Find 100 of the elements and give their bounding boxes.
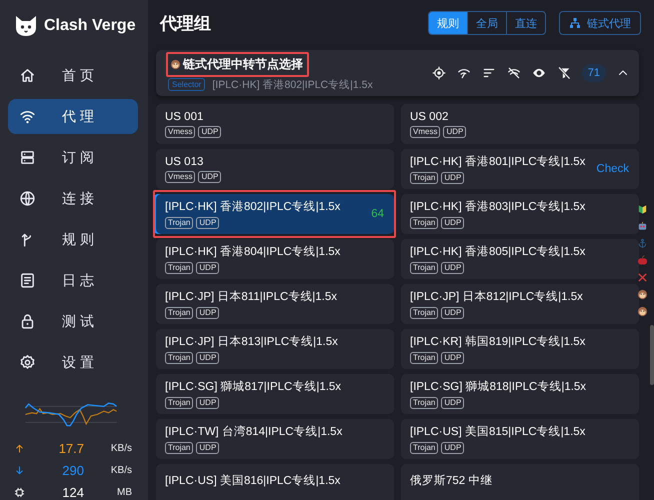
- unit-label: MB: [116, 486, 132, 498]
- delay-value: 64: [371, 208, 384, 220]
- protocol-tag: Trojan: [165, 442, 194, 454]
- proxy-name: [IPLC·JP] 日本813|IPLC专线|1.5x: [165, 334, 339, 349]
- protocol-tag: UDP: [196, 442, 220, 454]
- proxy-name: [IPLC·HK] 香港803|IPLC专线|1.5x: [410, 200, 586, 214]
- mode-tab[interactable]: 直连: [506, 12, 545, 34]
- list-icon: [19, 272, 36, 289]
- unit-label: KB/s: [110, 442, 132, 454]
- monkey-face-icon: [170, 58, 181, 70]
- protocol-tag: UDP: [441, 442, 464, 454]
- download-value: 290: [61, 462, 84, 478]
- nav-item[interactable]: 代理: [8, 99, 138, 134]
- proxy-card[interactable]: 俄罗斯752 中继: [401, 464, 639, 500]
- protocol-tag: Trojan: [165, 307, 194, 319]
- nav-item[interactable]: 规则: [8, 222, 138, 257]
- proxy-name: 俄罗斯752 中继: [410, 474, 494, 488]
- protocol-tag: UDP: [196, 262, 220, 274]
- check-link[interactable]: Check: [596, 163, 629, 175]
- protocol-tag: UDP: [443, 126, 466, 138]
- server-icon: [19, 149, 36, 166]
- monkey-face-icon[interactable]: [637, 289, 648, 300]
- unit-label: KB/s: [110, 464, 132, 476]
- protocol-tag: UDP: [196, 397, 220, 409]
- eye-button[interactable]: [532, 66, 546, 80]
- proxy-name: [IPLC·KR] 韩国819|IPLC专线|1.5x: [410, 334, 586, 349]
- proxy-name: [IPLC·HK] 香港804|IPLC专线|1.5x: [165, 244, 342, 259]
- protocol-tag: UDP: [196, 307, 220, 319]
- protocol-tag: Trojan: [165, 352, 194, 364]
- proxy-card[interactable]: US 001 Vmess UDP: [156, 104, 394, 144]
- scrollbar-thumb[interactable]: [650, 325, 654, 385]
- proxy-card[interactable]: [IPLC·HK] 香港805|IPLC专线|1.5x Trojan UDP: [401, 239, 639, 279]
- protocol-tag: Trojan: [410, 262, 438, 274]
- proxy-card[interactable]: US 013 Vmess UDP: [156, 149, 394, 189]
- proxy-card[interactable]: [IPLC·SG] 獅城817|IPLC专线|1.5x Trojan UDP: [156, 374, 394, 414]
- protocol-tag: UDP: [196, 217, 220, 229]
- current-proxy: [IPLC·HK] 香港802|IPLC专线|1.5x: [212, 78, 373, 92]
- wifi-icon: [19, 108, 36, 125]
- proxy-card[interactable]: [IPLC·US] 美国815|IPLC专线|1.5x Trojan UDP: [401, 419, 639, 459]
- proxy-name: [IPLC·HK] 香港801|IPLC专线|1.5x: [410, 154, 586, 169]
- proxy-card[interactable]: [IPLC·JP] 日本811|IPLC专线|1.5x Trojan UDP: [156, 284, 394, 324]
- proxy-card[interactable]: [IPLC·KR] 韩国819|IPLC专线|1.5x Trojan UDP: [401, 329, 639, 369]
- filter-off-button[interactable]: [556, 66, 571, 80]
- group-title: 链式代理中转节点选择: [183, 56, 303, 72]
- apple-icon[interactable]: [637, 255, 648, 266]
- proxy-card[interactable]: [IPLC·HK] 香港802|IPLC专线|1.5x Trojan UDP 64: [156, 194, 394, 234]
- proxy-name: US 013: [165, 156, 204, 168]
- sort-button[interactable]: [482, 66, 496, 80]
- protocol-tag: Trojan: [165, 217, 194, 229]
- cat-logo-icon: [14, 14, 38, 38]
- monkey-face-icon[interactable]: [637, 306, 648, 317]
- proxy-card[interactable]: [IPLC·SG] 獅城818|IPLC专线|1.5x Trojan UDP: [401, 374, 639, 414]
- memory-chip-icon: [14, 486, 25, 498]
- nav-item[interactable]: 连接: [8, 181, 138, 216]
- nav-item[interactable]: 设置: [8, 345, 138, 380]
- nav-item[interactable]: 日志: [8, 263, 138, 298]
- protocol-tag: UDP: [441, 352, 464, 364]
- lock-icon: [19, 313, 36, 330]
- protocol-tag: UDP: [196, 352, 220, 364]
- no-signal-button[interactable]: [506, 66, 521, 80]
- proxy-card[interactable]: [IPLC·TW] 台湾814|IPLC专线|1.5x Trojan UDP: [156, 419, 394, 459]
- signal-button[interactable]: [456, 66, 471, 80]
- mode-tab[interactable]: 全局: [467, 12, 506, 34]
- proxy-card[interactable]: [IPLC·US] 美国816|IPLC专线|1.5x: [156, 464, 394, 500]
- proxy-card[interactable]: [IPLC·HK] 香港801|IPLC专线|1.5x Trojan UDP Check: [401, 149, 639, 189]
- protocol-tag: Trojan: [165, 262, 194, 274]
- hierarchy-icon: [569, 17, 581, 29]
- proxy-card[interactable]: [IPLC·JP] 日本812|IPLC专线|1.5x Trojan UDP: [401, 284, 639, 324]
- proxy-group-header[interactable]: 链式代理中转节点选择 Selector [IPLC·HK] 香港802|IPLC专线|1.5x 71: [156, 50, 639, 96]
- memory-value: 124: [61, 484, 84, 500]
- locate-button[interactable]: [432, 66, 446, 80]
- beginner-badge-icon[interactable]: [637, 204, 648, 215]
- proxy-card[interactable]: [IPLC·HK] 香港803|IPLC专线|1.5x Trojan UDP: [401, 194, 639, 234]
- protocol-tag: Trojan: [410, 307, 438, 319]
- upload-value: 17.7: [58, 440, 84, 456]
- protocol-tag: UDP: [441, 307, 464, 319]
- robot-icon[interactable]: [637, 221, 648, 232]
- proxy-card[interactable]: US 002 Vmess UDP: [401, 104, 639, 144]
- proxy-card[interactable]: [IPLC·HK] 香港804|IPLC专线|1.5x Trojan UDP: [156, 239, 394, 279]
- globe-icon: [19, 190, 36, 207]
- proxy-name: US 001: [165, 110, 204, 122]
- up-arrow-icon: [14, 442, 25, 454]
- nav-item[interactable]: 测试: [8, 304, 138, 339]
- proxy-name: [IPLC·HK] 香港802|IPLC专线|1.5x: [165, 200, 342, 214]
- cross-icon[interactable]: [637, 272, 648, 283]
- page-title: 代理组: [160, 12, 212, 34]
- nav-item[interactable]: 订阅: [8, 140, 138, 175]
- chain-proxy-button[interactable]: 链式代理: [559, 11, 641, 35]
- proxy-card[interactable]: [IPLC·JP] 日本813|IPLC专线|1.5x Trojan UDP: [156, 329, 394, 369]
- protocol-tag: Trojan: [410, 172, 438, 184]
- protocol-tag: UDP: [198, 126, 222, 138]
- protocol-tag: UDP: [198, 170, 222, 182]
- nav-item[interactable]: 首页: [8, 58, 138, 93]
- home-icon: [19, 67, 36, 84]
- protocol-tag: UDP: [441, 397, 464, 409]
- proxy-name: [IPLC·SG] 獅城818|IPLC专线|1.5x: [410, 380, 588, 394]
- no-signal-icon: [506, 66, 521, 80]
- protocol-tag: Trojan: [410, 442, 438, 454]
- app-name: Clash Verge: [44, 17, 136, 35]
- group-type-tag: Selector: [168, 78, 206, 91]
